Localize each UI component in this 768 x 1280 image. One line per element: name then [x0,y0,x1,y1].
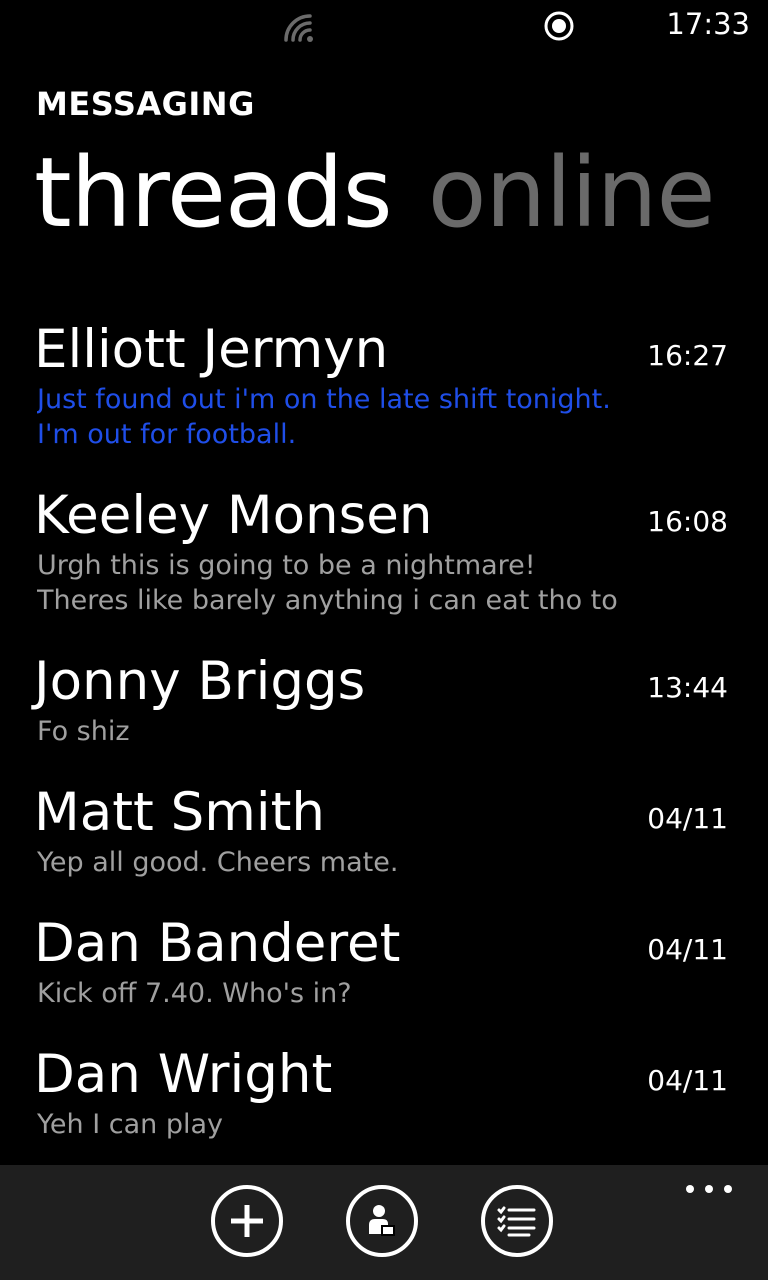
thread-time: 16:08 [647,505,728,538]
thread-preview: Kick off 7.40. Who's in? [37,976,677,1011]
status-bar: 17:33 [0,0,768,50]
pivot-headers: threads online [34,138,751,248]
thread-preview-line: Fo shiz [37,716,130,747]
contact-icon [369,1205,395,1236]
thread-preview-line: Urgh this is going to be a nightmare! [37,550,536,581]
thread-name: Keeley Monsen [34,485,433,546]
thread-preview-line: Yeh I can play [37,1109,224,1140]
pivot-tab-threads[interactable]: threads [34,138,393,248]
thread-preview: Yeh I can play [37,1107,677,1142]
pivot-tab-online[interactable]: online [428,138,716,248]
thread-name: Elliott Jermyn [34,319,389,380]
signal-icon [284,14,313,42]
status-clock: 17:33 [666,7,750,41]
thread-preview-line: Theres like barely anything i can eat th… [37,585,618,616]
thread-time: 04/11 [647,802,728,835]
thread-preview-line: Kick off 7.40. Who's in? [37,978,352,1009]
thread-time: 04/11 [647,933,728,966]
thread-preview-line: I'm out for football. [37,419,297,450]
dot [686,1185,694,1193]
thread-name: Dan Banderet [34,913,401,974]
select-button[interactable] [481,1185,553,1257]
thread-preview-line: Just found out i'm on the late shift ton… [37,384,611,415]
dot [724,1185,732,1193]
select-icon [497,1206,536,1237]
thread-preview: Urgh this is going to be a nightmare! Th… [37,548,677,618]
thread-time: 04/11 [647,1064,728,1097]
new-message-button[interactable] [211,1185,283,1257]
app-bar [0,1165,768,1280]
contact-button[interactable] [346,1185,418,1257]
thread-time: 13:44 [647,671,728,704]
app-title: MESSAGING [36,85,255,123]
new-icon [231,1205,263,1237]
thread-name: Matt Smith [34,782,325,843]
thread-name: Jonny Briggs [34,651,366,712]
thread-time: 16:27 [647,339,728,372]
thread-name: Dan Wright [34,1044,333,1105]
thread-preview-line: Yep all good. Cheers mate. [37,847,399,878]
more-dots-icon[interactable] [686,1181,732,1195]
dot [705,1185,713,1193]
thread-preview: Fo shiz [37,714,677,749]
thread-preview: Just found out i'm on the late shift ton… [37,382,677,452]
record-icon [544,11,574,41]
thread-preview: Yep all good. Cheers mate. [37,845,677,880]
